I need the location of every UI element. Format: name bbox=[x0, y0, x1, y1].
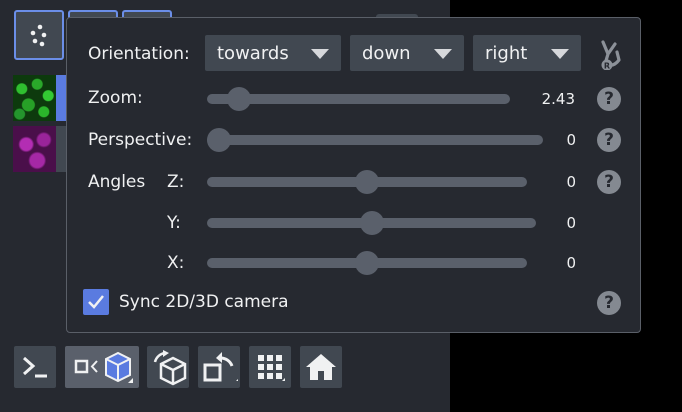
chevron-down-icon bbox=[551, 49, 569, 59]
angle-y-value: 0 bbox=[566, 214, 576, 232]
angle-y-slider-handle[interactable] bbox=[359, 211, 384, 235]
home-icon bbox=[306, 354, 336, 380]
angle-x-value: 0 bbox=[566, 254, 576, 272]
angle-x-slider-handle[interactable] bbox=[355, 251, 379, 275]
angles-label: Angles bbox=[88, 172, 146, 192]
angle-y-slider-track[interactable] bbox=[207, 211, 536, 235]
angle-x-label: X: bbox=[167, 253, 185, 273]
zoom-slider-track[interactable] bbox=[207, 87, 510, 111]
angle-x-slider-track[interactable] bbox=[207, 251, 527, 275]
orientation-select-horizontal-value: right bbox=[485, 42, 528, 64]
angle-z-slider-track[interactable] bbox=[207, 170, 527, 194]
zoom-label: Zoom: bbox=[88, 88, 143, 108]
layer-thumbnail-green[interactable] bbox=[13, 75, 57, 121]
chevron-down-icon bbox=[434, 49, 452, 59]
ndisplay-toggle-button[interactable] bbox=[65, 346, 139, 388]
perspective-value: 0 bbox=[566, 131, 576, 149]
angles-help-icon[interactable]: ? bbox=[597, 170, 621, 194]
home-button[interactable] bbox=[300, 346, 342, 388]
orientation-select-vertical-value: down bbox=[362, 42, 411, 64]
angle-z-label: Z: bbox=[167, 172, 185, 192]
zoom-help-icon[interactable]: ? bbox=[597, 87, 621, 111]
transpose-button[interactable] bbox=[198, 346, 240, 388]
orientation-select-depth[interactable]: towards bbox=[205, 35, 341, 71]
roll-dims-icon bbox=[153, 350, 187, 386]
orientation-select-depth-value: towards bbox=[217, 42, 289, 64]
angle-y-label: Y: bbox=[167, 213, 181, 233]
chevron-down-icon bbox=[311, 49, 329, 59]
zoom-value: 2.43 bbox=[541, 90, 575, 108]
console-button[interactable] bbox=[14, 346, 56, 388]
console-icon bbox=[23, 356, 47, 378]
new-points-layer-button[interactable] bbox=[14, 10, 64, 60]
zoom-slider-handle[interactable] bbox=[226, 87, 251, 111]
layer-thumbnail-magenta[interactable] bbox=[13, 126, 57, 172]
roll-dims-button[interactable] bbox=[147, 346, 189, 388]
transpose-icon bbox=[203, 352, 238, 382]
checkmark-icon bbox=[88, 295, 104, 309]
svg-text:R: R bbox=[604, 62, 610, 71]
ndisplay-toggle-icon bbox=[74, 351, 133, 383]
grid-icon bbox=[258, 355, 285, 381]
grid-view-button[interactable] bbox=[249, 346, 291, 388]
points-icon bbox=[30, 24, 47, 47]
perspective-slider-track[interactable] bbox=[207, 128, 543, 152]
sync-camera-label: Sync 2D/3D camera bbox=[119, 292, 289, 312]
angle-z-slider-handle[interactable] bbox=[355, 170, 379, 194]
camera-settings-popup: Orientation: towards down right R Zoom: … bbox=[66, 17, 641, 333]
handedness-icon[interactable]: R bbox=[595, 38, 625, 70]
perspective-help-icon[interactable]: ? bbox=[597, 128, 621, 152]
perspective-slider-handle[interactable] bbox=[207, 128, 231, 152]
orientation-select-horizontal[interactable]: right bbox=[473, 35, 581, 71]
sync-help-icon[interactable]: ? bbox=[597, 291, 621, 315]
perspective-label: Perspective: bbox=[88, 130, 193, 150]
angle-z-value: 0 bbox=[566, 173, 576, 191]
orientation-label: Orientation: bbox=[88, 44, 190, 64]
sync-camera-checkbox[interactable] bbox=[83, 289, 109, 315]
orientation-select-vertical[interactable]: down bbox=[350, 35, 464, 71]
